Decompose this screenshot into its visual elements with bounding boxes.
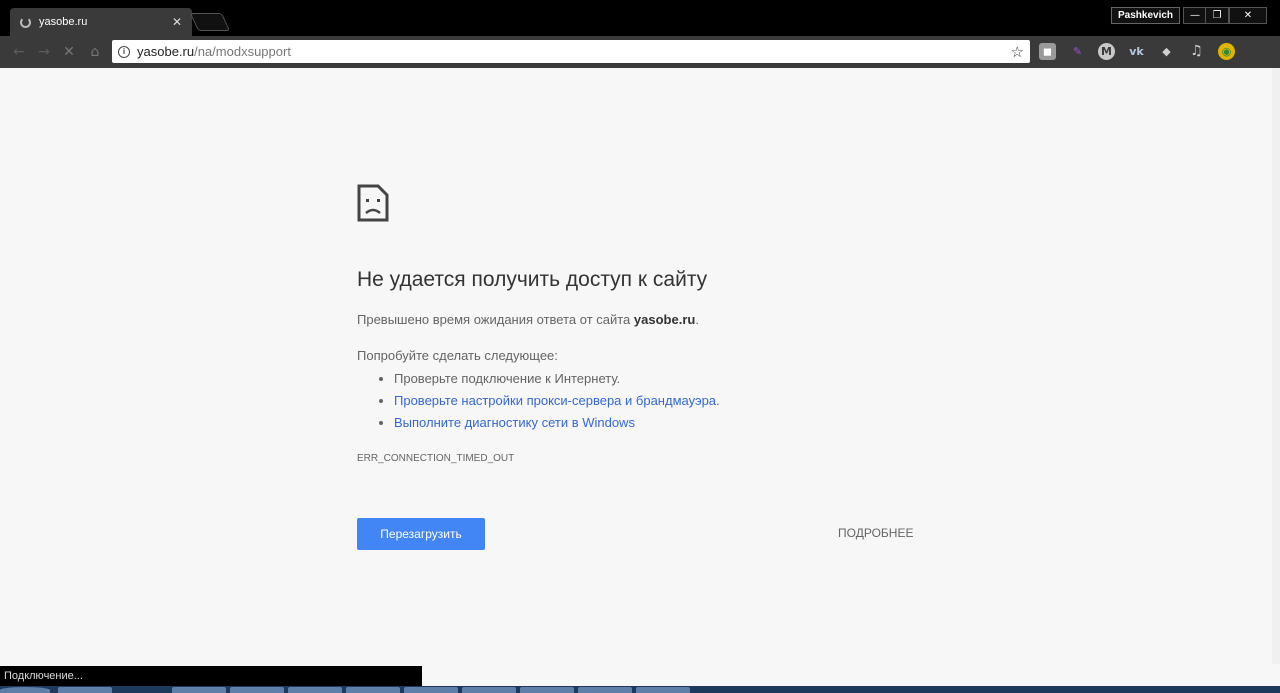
stop-icon[interactable]: ✕ bbox=[60, 43, 78, 61]
loading-spinner-icon bbox=[20, 16, 31, 28]
error-host: yasobe.ru bbox=[633, 312, 696, 327]
taskbar-item[interactable] bbox=[58, 687, 112, 693]
address-bar[interactable]: i yasobe.ru /na/modxsupport ☆ bbox=[112, 40, 1030, 63]
suggestions-list: Проверьте подключение к Интернету. Прове… bbox=[377, 369, 720, 435]
browser-tab[interactable]: yasobe.ru ✕ bbox=[10, 8, 192, 36]
suggestions-title: Попробуйте сделать следующее: bbox=[357, 348, 558, 363]
taskbar-item[interactable] bbox=[288, 687, 342, 693]
scrollbar[interactable] bbox=[1272, 68, 1280, 664]
reload-button[interactable]: Перезагрузить bbox=[357, 518, 485, 550]
url-path: /na/modxsupport bbox=[194, 44, 291, 59]
back-arrow-icon[interactable]: ← bbox=[10, 43, 28, 61]
music-extension-icon[interactable]: ♫ bbox=[1188, 43, 1205, 60]
taskbar-item[interactable] bbox=[520, 687, 574, 693]
info-icon[interactable]: i bbox=[118, 45, 130, 58]
error-summary: Превышено время ожидания ответа от сайта… bbox=[357, 312, 699, 327]
status-bubble: Подключение... bbox=[0, 666, 422, 686]
suggestion-check-proxy-link[interactable]: Проверьте настройки прокси-сервера и бра… bbox=[377, 391, 720, 413]
maximize-button[interactable]: ❐ bbox=[1205, 7, 1229, 24]
taskbar-item[interactable] bbox=[230, 687, 284, 693]
details-button[interactable]: ПОДРОБНЕЕ bbox=[838, 526, 913, 540]
close-window-button[interactable]: ✕ bbox=[1229, 7, 1267, 24]
vk-extension-icon[interactable]: vk bbox=[1128, 43, 1145, 60]
url-host: yasobe.ru bbox=[137, 44, 195, 59]
taskbar-item[interactable] bbox=[462, 687, 516, 693]
bookmark-star-icon[interactable]: ☆ bbox=[1011, 43, 1024, 61]
chrome-extension-icon[interactable]: ◉ bbox=[1218, 43, 1235, 60]
error-heading: Не удается получить доступ к сайту bbox=[357, 268, 708, 291]
tab-close-icon[interactable]: ✕ bbox=[172, 15, 182, 29]
layers-extension-icon[interactable]: ◆ bbox=[1158, 43, 1175, 60]
profile-button[interactable]: Pashkevich bbox=[1111, 7, 1181, 24]
suggestion-check-connection: Проверьте подключение к Интернету. bbox=[377, 369, 720, 391]
taskbar-item[interactable] bbox=[578, 687, 632, 693]
taskbar-item[interactable] bbox=[636, 687, 690, 693]
taskbar-item[interactable] bbox=[172, 687, 226, 693]
rss-extension-icon[interactable]: ◼ bbox=[1039, 43, 1056, 60]
error-code: ERR_CONNECTION_TIMED_OUT bbox=[357, 453, 515, 464]
tab-title: yasobe.ru bbox=[39, 16, 88, 28]
sad-page-icon bbox=[357, 184, 389, 222]
taskbar-item[interactable] bbox=[346, 687, 400, 693]
feather-extension-icon[interactable]: ✎ bbox=[1069, 43, 1086, 60]
suggestion-run-diagnostics-link[interactable]: Выполните диагностику сети в Windows bbox=[377, 413, 720, 435]
forward-arrow-icon[interactable]: → bbox=[35, 43, 53, 61]
start-button[interactable] bbox=[0, 687, 50, 693]
taskbar-item[interactable] bbox=[404, 687, 458, 693]
m-extension-icon[interactable]: M bbox=[1098, 43, 1115, 60]
minimize-button[interactable]: — bbox=[1183, 7, 1207, 24]
home-icon[interactable]: ⌂ bbox=[86, 43, 104, 61]
